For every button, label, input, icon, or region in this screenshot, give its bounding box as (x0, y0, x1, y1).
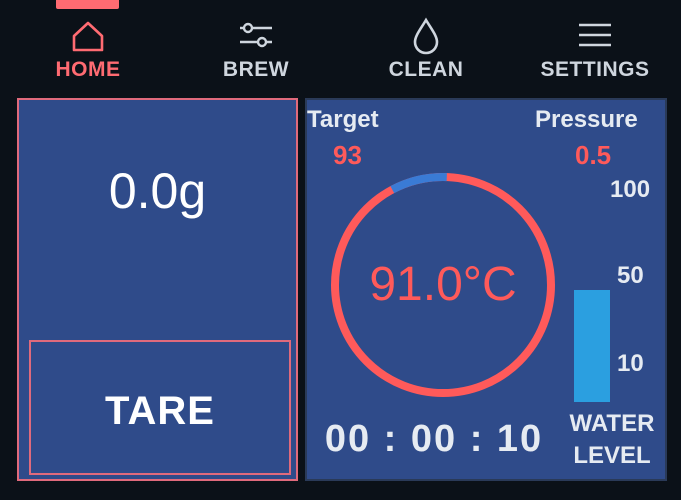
espresso-display: HOME BREW CLEAN SETTINGS 0.0g TARE Targe… (0, 0, 681, 500)
tab-home-label: HOME (55, 58, 121, 81)
tab-clean-label: CLEAN (388, 58, 464, 81)
water-level-label-line2: LEVEL (573, 442, 651, 469)
tab-clean[interactable]: CLEAN (376, 0, 476, 95)
target-label: Target (307, 106, 379, 133)
scale-panel: 0.0g TARE (17, 98, 298, 481)
sliders-icon (240, 22, 272, 48)
water-tick-10: 10 (617, 350, 644, 377)
tab-home[interactable]: HOME (38, 0, 138, 95)
tab-brew[interactable]: BREW (206, 0, 306, 95)
pressure-value: 0.5 (575, 140, 612, 170)
water-level-label-line1: WATER (569, 410, 655, 437)
water-tick-50: 50 (617, 262, 644, 289)
weight-readout: 0.0g (108, 163, 207, 219)
target-value: 93 (333, 140, 362, 170)
temperature-readout: 91.0°C (369, 258, 517, 311)
tab-settings[interactable]: SETTINGS (530, 0, 660, 95)
tare-button-label: TARE (105, 389, 215, 433)
menu-icon (579, 23, 611, 47)
water-level-fill (574, 290, 610, 402)
brew-panel: Target 93 Pressure 0.5 91.0°C 00 : 00 : … (305, 98, 667, 481)
home-icon (72, 21, 104, 52)
droplet-icon (413, 17, 439, 55)
tab-brew-label: BREW (222, 58, 290, 81)
water-level-label: WATER LEVEL (557, 408, 667, 472)
pressure-label: Pressure (535, 106, 638, 133)
brew-timer: 00 : 00 : 10 (324, 418, 544, 460)
water-level-gauge (574, 290, 610, 402)
tab-settings-label: SETTINGS (540, 58, 650, 81)
water-tick-100: 100 (610, 176, 651, 203)
tare-button[interactable]: TARE (29, 340, 291, 475)
temperature-ring-remainder (390, 173, 447, 194)
top-nav: HOME BREW CLEAN SETTINGS (0, 0, 681, 95)
